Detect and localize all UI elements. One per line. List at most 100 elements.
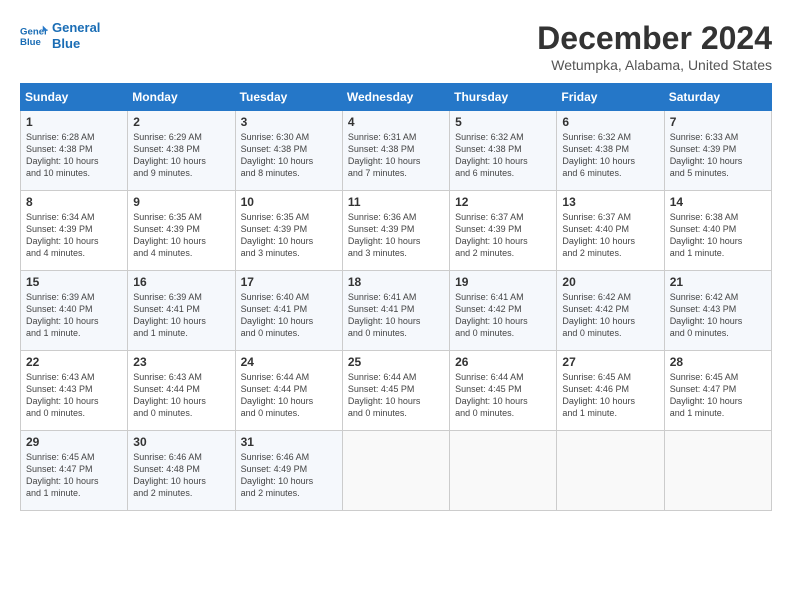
day-number: 19 [455,275,551,289]
day-number: 9 [133,195,229,209]
day-number: 27 [562,355,658,369]
day-cell: 24Sunrise: 6:44 AMSunset: 4:44 PMDayligh… [235,351,342,431]
header-day-tuesday: Tuesday [235,84,342,111]
day-cell: 5 Sunrise: 6:32 AMSunset: 4:38 PMDaylight… [450,111,557,191]
day-number: 28 [670,355,766,369]
day-number: 13 [562,195,658,209]
day-number: 30 [133,435,229,449]
day-number: 3 [241,115,337,129]
day-info: Sunrise: 6:41 AMSunset: 4:42 PMDaylight:… [455,291,551,340]
day-info: Sunrise: 6:36 AMSunset: 4:39 PMDaylight:… [348,211,444,260]
day-cell: 2Sunrise: 6:29 AMSunset: 4:38 PMDaylight… [128,111,235,191]
day-number: 31 [241,435,337,449]
day-info: Sunrise: 6:33 AMSunset: 4:39 PMDaylight:… [670,131,766,180]
day-info: Sunrise: 6:29 AMSunset: 4:38 PMDaylight:… [133,131,229,180]
day-number: 23 [133,355,229,369]
day-info: Sunrise: 6:32 AMSunset: 4:38 PMDaylight:… [455,131,551,180]
day-info: Sunrise: 6:39 AMSunset: 4:41 PMDaylight:… [133,291,229,340]
day-cell: 30Sunrise: 6:46 AMSunset: 4:48 PMDayligh… [128,431,235,511]
day-cell: 22 Sunrise: 6:43 AMSunset: 4:43 PMDayligh… [21,351,128,431]
day-cell: 17Sunrise: 6:40 AMSunset: 4:41 PMDayligh… [235,271,342,351]
svg-text:Blue: Blue [20,36,41,47]
day-cell: 11Sunrise: 6:36 AMSunset: 4:39 PMDayligh… [342,191,449,271]
week-row-2: 8 Sunrise: 6:34 AMSunset: 4:39 PMDaylight… [21,191,772,271]
day-cell: 9Sunrise: 6:35 AMSunset: 4:39 PMDaylight… [128,191,235,271]
day-info: Sunrise: 6:28 AMSunset: 4:38 PMDaylight:… [26,131,122,180]
day-number: 29 [26,435,122,449]
day-number: 24 [241,355,337,369]
day-number: 20 [562,275,658,289]
day-cell: 31 Sunrise: 6:46 AMSunset: 4:49 PMDayligh… [235,431,342,511]
day-info: Sunrise: 6:38 AMSunset: 4:40 PMDaylight:… [670,211,766,260]
day-cell [557,431,664,511]
header-day-saturday: Saturday [664,84,771,111]
day-info: Sunrise: 6:45 AMSunset: 4:46 PMDaylight:… [562,371,658,420]
day-cell: 21Sunrise: 6:42 AMSunset: 4:43 PMDayligh… [664,271,771,351]
day-cell: 1 Sunrise: 6:28 AMSunset: 4:38 PMDaylight… [21,111,128,191]
day-number: 4 [348,115,444,129]
day-cell: 20 Sunrise: 6:42 AMSunset: 4:42 PMDayligh… [557,271,664,351]
title-area: December 2024 Wetumpka, Alabama, United … [537,20,772,73]
header-day-wednesday: Wednesday [342,84,449,111]
day-info: Sunrise: 6:40 AMSunset: 4:41 PMDaylight:… [241,291,337,340]
day-info: Sunrise: 6:44 AMSunset: 4:45 PMDaylight:… [455,371,551,420]
day-number: 1 [26,115,122,129]
day-cell [450,431,557,511]
logo: General Blue GeneralBlue [20,20,100,51]
day-cell: 27 Sunrise: 6:45 AMSunset: 4:46 PMDayligh… [557,351,664,431]
day-info: Sunrise: 6:37 AMSunset: 4:40 PMDaylight:… [562,211,658,260]
day-number: 15 [26,275,122,289]
day-cell: 18Sunrise: 6:41 AMSunset: 4:41 PMDayligh… [342,271,449,351]
day-cell: 28 Sunrise: 6:45 AMSunset: 4:47 PMDayligh… [664,351,771,431]
day-cell: 15 Sunrise: 6:39 AMSunset: 4:40 PMDayligh… [21,271,128,351]
calendar-table: SundayMondayTuesdayWednesdayThursdayFrid… [20,83,772,511]
logo-text: GeneralBlue [52,20,100,51]
day-cell: 25 Sunrise: 6:44 AMSunset: 4:45 PMDayligh… [342,351,449,431]
day-cell: 8 Sunrise: 6:34 AMSunset: 4:39 PMDaylight… [21,191,128,271]
day-info: Sunrise: 6:35 AMSunset: 4:39 PMDaylight:… [241,211,337,260]
day-info: Sunrise: 6:42 AMSunset: 4:42 PMDaylight:… [562,291,658,340]
location-title: Wetumpka, Alabama, United States [537,57,772,73]
day-number: 10 [241,195,337,209]
day-info: Sunrise: 6:43 AMSunset: 4:43 PMDaylight:… [26,371,122,420]
day-cell: 16 Sunrise: 6:39 AMSunset: 4:41 PMDayligh… [128,271,235,351]
day-number: 12 [455,195,551,209]
day-cell: 12 Sunrise: 6:37 AMSunset: 4:39 PMDayligh… [450,191,557,271]
day-info: Sunrise: 6:32 AMSunset: 4:38 PMDaylight:… [562,131,658,180]
day-cell: 7Sunrise: 6:33 AMSunset: 4:39 PMDaylight… [664,111,771,191]
day-number: 26 [455,355,551,369]
day-info: Sunrise: 6:43 AMSunset: 4:44 PMDaylight:… [133,371,229,420]
header-day-monday: Monday [128,84,235,111]
month-title: December 2024 [537,20,772,57]
week-row-4: 22 Sunrise: 6:43 AMSunset: 4:43 PMDayligh… [21,351,772,431]
day-cell [342,431,449,511]
header-day-friday: Friday [557,84,664,111]
day-number: 25 [348,355,444,369]
day-info: Sunrise: 6:45 AMSunset: 4:47 PMDaylight:… [26,451,122,500]
day-info: Sunrise: 6:46 AMSunset: 4:49 PMDaylight:… [241,451,337,500]
day-cell: 4 Sunrise: 6:31 AMSunset: 4:38 PMDaylight… [342,111,449,191]
day-info: Sunrise: 6:44 AMSunset: 4:45 PMDaylight:… [348,371,444,420]
day-info: Sunrise: 6:37 AMSunset: 4:39 PMDaylight:… [455,211,551,260]
day-number: 14 [670,195,766,209]
day-info: Sunrise: 6:41 AMSunset: 4:41 PMDaylight:… [348,291,444,340]
day-info: Sunrise: 6:42 AMSunset: 4:43 PMDaylight:… [670,291,766,340]
week-row-3: 15 Sunrise: 6:39 AMSunset: 4:40 PMDayligh… [21,271,772,351]
header-day-sunday: Sunday [21,84,128,111]
day-info: Sunrise: 6:31 AMSunset: 4:38 PMDaylight:… [348,131,444,180]
day-cell: 29 Sunrise: 6:45 AMSunset: 4:47 PMDayligh… [21,431,128,511]
day-number: 8 [26,195,122,209]
day-info: Sunrise: 6:34 AMSunset: 4:39 PMDaylight:… [26,211,122,260]
day-info: Sunrise: 6:30 AMSunset: 4:38 PMDaylight:… [241,131,337,180]
header-row: SundayMondayTuesdayWednesdayThursdayFrid… [21,84,772,111]
logo-icon: General Blue [20,22,48,50]
day-number: 16 [133,275,229,289]
day-info: Sunrise: 6:45 AMSunset: 4:47 PMDaylight:… [670,371,766,420]
header: General Blue GeneralBlue December 2024 W… [20,20,772,73]
day-number: 5 [455,115,551,129]
day-number: 22 [26,355,122,369]
day-cell: 3 Sunrise: 6:30 AMSunset: 4:38 PMDaylight… [235,111,342,191]
day-cell: 10 Sunrise: 6:35 AMSunset: 4:39 PMDayligh… [235,191,342,271]
day-info: Sunrise: 6:39 AMSunset: 4:40 PMDaylight:… [26,291,122,340]
day-cell: 26 Sunrise: 6:44 AMSunset: 4:45 PMDayligh… [450,351,557,431]
